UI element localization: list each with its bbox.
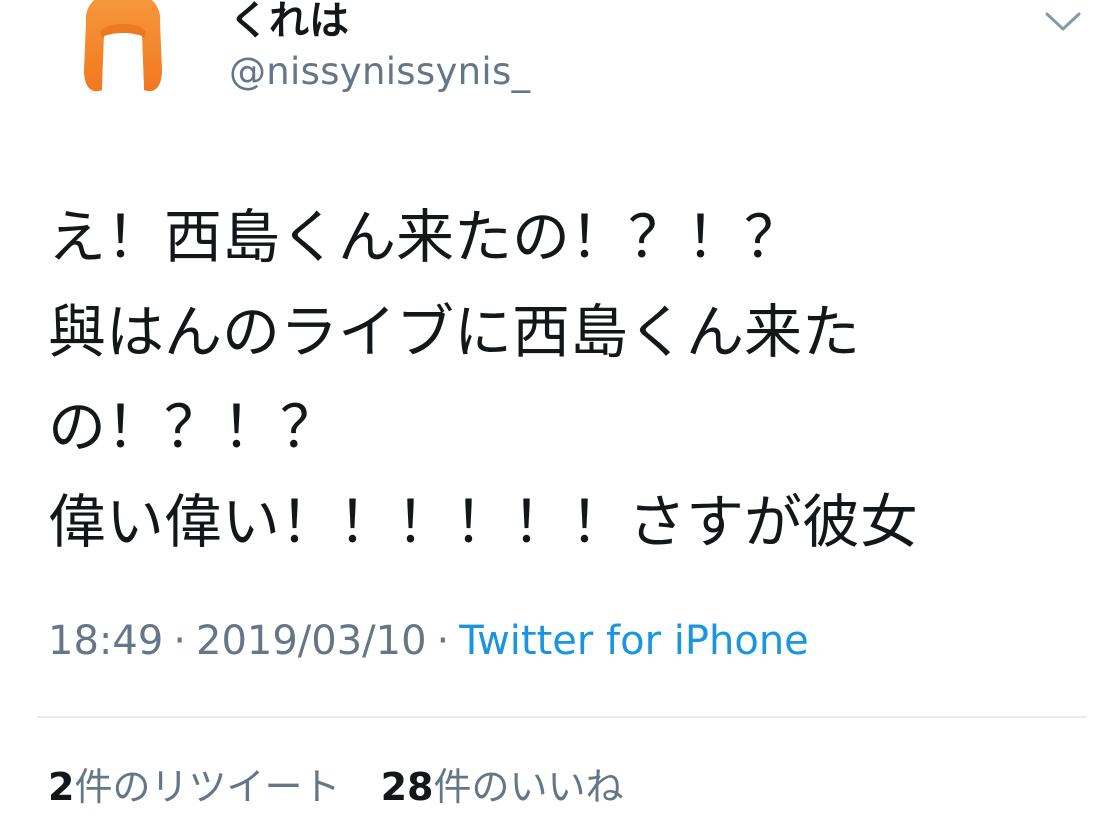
retweets-count: 2 xyxy=(48,765,75,809)
tweet-text-line: 與はんのライブに西島くん来た xyxy=(48,298,861,366)
retweets-label: 件のリツイート xyxy=(74,765,341,809)
separator-dot: · xyxy=(436,618,450,664)
tweet-text-line: え！西島くん来たの！？！？ xyxy=(48,203,803,271)
likes-count: 28 xyxy=(380,765,434,809)
tweet-text: え！西島くん来たの！？！？ 與はんのライブに西島くん来た の！？！？ 偉い偉い！… xyxy=(48,190,1088,570)
separator-dot: · xyxy=(173,618,186,664)
divider xyxy=(37,716,1087,718)
tweet-stats: 2件のリツイート 28件のいいね xyxy=(48,756,623,811)
retweets-stat[interactable]: 2件のリツイート xyxy=(48,756,340,811)
tweet-text-line: の！？！？ xyxy=(48,393,339,461)
tweet-metadata: 18:49 · 2019/03/10 · Twitter for iPhone xyxy=(48,618,809,664)
tweet-source-link[interactable]: Twitter for iPhone xyxy=(459,618,809,664)
orange-bob-hair-avatar-icon[interactable] xyxy=(78,0,168,96)
user-handle[interactable]: @nissynissynis_ xyxy=(229,50,530,93)
display-name[interactable]: くれは xyxy=(229,0,349,46)
tweet-time: 18:49 xyxy=(48,618,164,664)
likes-stat[interactable]: 28件のいいね xyxy=(381,756,624,811)
chevron-down-icon[interactable] xyxy=(1043,6,1083,36)
tweet-text-line: 偉い偉い！！！！！！さすが彼女 xyxy=(48,488,919,556)
tweet-date: 2019/03/10 xyxy=(196,618,427,664)
likes-label: 件のいいね xyxy=(433,765,624,809)
tweet-detail-page: くれは @nissynissynis_ え！西島くん来たの！？！？ 與はんのライ… xyxy=(0,0,1120,830)
